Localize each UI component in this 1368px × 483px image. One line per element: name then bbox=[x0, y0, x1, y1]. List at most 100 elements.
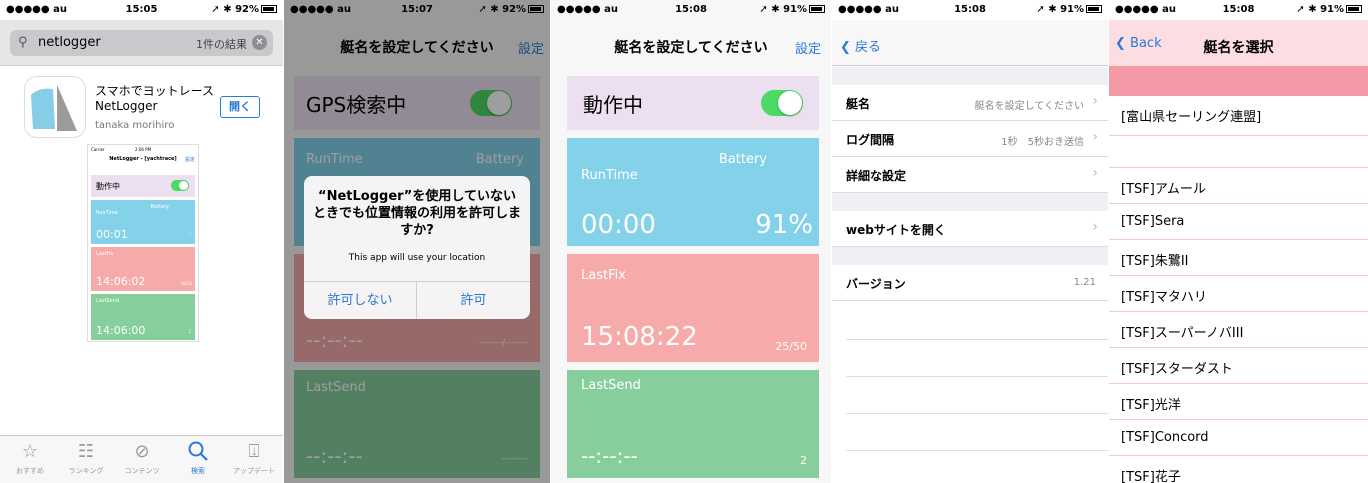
battery-value: 91% bbox=[755, 210, 813, 240]
nav-bar: ❮ Back 艇名を選択 bbox=[1109, 20, 1368, 66]
preview-runtime: 00:01 bbox=[96, 228, 128, 241]
row-boat-name[interactable]: 艇名 艇名を設定してください › bbox=[832, 85, 1108, 121]
battery-percent: 91% bbox=[783, 4, 807, 15]
chevron-right-icon: › bbox=[1092, 93, 1098, 109]
row-open-website[interactable]: webサイトを開く › bbox=[832, 211, 1108, 247]
list-item[interactable]: [富山県セーリング連盟] bbox=[1109, 96, 1368, 136]
list-item[interactable]: [TSF]Sera bbox=[1109, 204, 1368, 240]
section-gap bbox=[832, 247, 1108, 265]
tab-label: コンテンツ bbox=[124, 467, 160, 475]
lastsend-card: LastSend --:--:-- 2 bbox=[567, 370, 819, 478]
download-icon: ⍗ bbox=[248, 441, 260, 462]
clear-icon[interactable]: ✕ bbox=[252, 35, 267, 50]
row-label: webサイトを開く bbox=[846, 223, 946, 237]
divider bbox=[846, 450, 1108, 451]
battery-status: ➚ ✱ 91% bbox=[1296, 4, 1362, 15]
open-button[interactable]: 開く bbox=[220, 96, 260, 118]
app-name[interactable]: スマホでヨットレース NetLogger bbox=[95, 84, 215, 114]
tab-label: ランキング bbox=[68, 467, 104, 475]
settings-screen: ●●●●● au 15:08 ➚ ✱ 91% ❮ 戻る 艇名 艇名を設定してくだ… bbox=[832, 0, 1108, 483]
divider bbox=[846, 413, 1108, 414]
list-item[interactable]: [TSF]光洋 bbox=[1109, 384, 1368, 420]
lastsend-time: --:--:-- bbox=[581, 444, 638, 468]
preview-clock: 2:06 PM bbox=[134, 147, 152, 152]
row-label: 詳細な設定 bbox=[846, 169, 907, 183]
back-label: 戻る bbox=[855, 40, 882, 55]
battery-icon bbox=[809, 5, 825, 13]
section-header bbox=[1109, 66, 1368, 96]
preview-status-card: 動作中 bbox=[91, 175, 195, 197]
appstore-screen: ●●●●● au 15:05 ➚ ✱ 92% ⚲ netlogger 1件の結果… bbox=[0, 0, 283, 483]
row-value: 1秒 5秒おき送信 bbox=[1001, 137, 1084, 148]
search-value: netlogger bbox=[38, 35, 101, 50]
chevron-right-icon: › bbox=[1092, 219, 1098, 235]
battery-status: ➚ ✱ 91% bbox=[759, 4, 825, 15]
preview-battery-label: Battery bbox=[150, 204, 169, 210]
list-item[interactable] bbox=[1109, 136, 1368, 168]
allow-button[interactable]: 許可 bbox=[417, 281, 530, 319]
chevron-left-icon: ❮ bbox=[840, 40, 851, 55]
app-screenshot-preview[interactable]: Carrier 2:06 PM NetLogger - [yachtrace] … bbox=[87, 144, 199, 342]
status-bar: ●●●●● au 15:05 ➚ ✱ 92% bbox=[0, 0, 283, 20]
tab-contents[interactable]: ⊘ コンテンツ bbox=[114, 440, 170, 476]
tab-ranking[interactable]: ☷ ランキング bbox=[58, 440, 114, 476]
tab-label: アップデート bbox=[233, 467, 275, 475]
list-item[interactable]: [TSF]スーパーノバIII bbox=[1109, 312, 1368, 348]
row-label: 艇名 bbox=[846, 97, 871, 111]
status-text: 動作中 bbox=[583, 93, 643, 117]
logger-running-screen: ●●●●● au 15:08 ➚ ✱ 91% 艇名を設定してください 設定 動作… bbox=[551, 0, 831, 483]
deny-button[interactable]: 許可しない bbox=[304, 281, 417, 319]
status-bar: ●●●●● au 15:08 ➚ ✱ 91% bbox=[551, 0, 831, 20]
row-version: バージョン 1.21 bbox=[832, 265, 1108, 301]
tab-featured[interactable]: ☆ おすすめ bbox=[2, 440, 58, 476]
list-item[interactable]: [TSF]マタハリ bbox=[1109, 276, 1368, 312]
tab-search[interactable]: 検索 bbox=[170, 440, 226, 476]
list-item[interactable]: [TSF]朱鷺II bbox=[1109, 240, 1368, 276]
lastfix-card: LastFix 15:08:22 25/50 bbox=[567, 254, 819, 362]
star-icon: ☆ bbox=[21, 441, 39, 462]
lastsend-label: LastSend bbox=[581, 378, 641, 393]
list-item[interactable]: [TSF]スターダスト bbox=[1109, 348, 1368, 384]
nav-title: 艇名を選択 bbox=[1203, 40, 1274, 56]
nav-title: 艇名を設定してください bbox=[614, 40, 768, 56]
preview-runtime-label: RunTime bbox=[96, 210, 118, 216]
compass-icon: ⊘ bbox=[134, 441, 150, 462]
row-advanced-settings[interactable]: 詳細な設定 › bbox=[832, 157, 1108, 193]
status-card: 動作中 bbox=[567, 76, 819, 130]
list-item[interactable]: [TSF]花子 bbox=[1109, 456, 1368, 483]
list-item[interactable]: [TSF]アムール bbox=[1109, 168, 1368, 204]
row-label: ログ間隔 bbox=[846, 133, 895, 147]
preview-lastfix-label: LastFix bbox=[96, 251, 114, 257]
lastfix-time: 15:08:22 bbox=[581, 322, 698, 352]
tab-bar: ☆ おすすめ ☷ ランキング ⊘ コンテンツ 検索 ⍗ アップデート bbox=[0, 435, 283, 483]
status-bar: ●●●●● au 15:08 ➚ ✱ 91% bbox=[832, 0, 1108, 20]
chevron-right-icon: › bbox=[1092, 165, 1098, 181]
battery-icon bbox=[1086, 5, 1102, 13]
status-bar: ●●●●● au 15:08 ➚ ✱ 91% bbox=[1109, 0, 1368, 20]
battery-percent: 91% bbox=[1320, 4, 1344, 15]
preview-title: NetLogger - [yachtrace] bbox=[109, 156, 177, 162]
back-button[interactable]: ❮ 戻る bbox=[840, 36, 881, 55]
section-gap bbox=[832, 193, 1108, 211]
tab-label: 検索 bbox=[191, 467, 205, 475]
preview-lastfix-count: 16/16 bbox=[180, 281, 192, 286]
preview-battery: - bbox=[188, 230, 191, 237]
row-value: 艇名を設定してください bbox=[974, 101, 1084, 112]
app-icon[interactable] bbox=[24, 76, 86, 138]
nav-bar: ❮ 戻る bbox=[832, 20, 1108, 66]
logging-switch[interactable] bbox=[761, 90, 803, 116]
search-icon bbox=[170, 440, 226, 464]
preview-settings: 設定 bbox=[184, 157, 195, 163]
tab-updates[interactable]: ⍗ アップデート bbox=[226, 440, 282, 476]
section-gap bbox=[832, 67, 1108, 85]
row-label: バージョン bbox=[846, 277, 906, 291]
row-log-interval[interactable]: ログ間隔 1秒 5秒おき送信 › bbox=[832, 121, 1108, 157]
preview-lastfix-card: LastFix 14:06:02 16/16 bbox=[91, 247, 195, 291]
battery-percent: 91% bbox=[1060, 4, 1084, 15]
list-item[interactable]: [TSF]Concord bbox=[1109, 420, 1368, 456]
search-input[interactable]: ⚲ netlogger 1件の結果 ✕ bbox=[10, 30, 273, 56]
runtime-value: 00:00 bbox=[581, 210, 656, 240]
lastfix-label: LastFix bbox=[581, 268, 626, 283]
settings-button[interactable]: 設定 bbox=[795, 38, 821, 57]
preview-lastsend-card: LastSend 14:06:00 2 bbox=[91, 294, 195, 340]
